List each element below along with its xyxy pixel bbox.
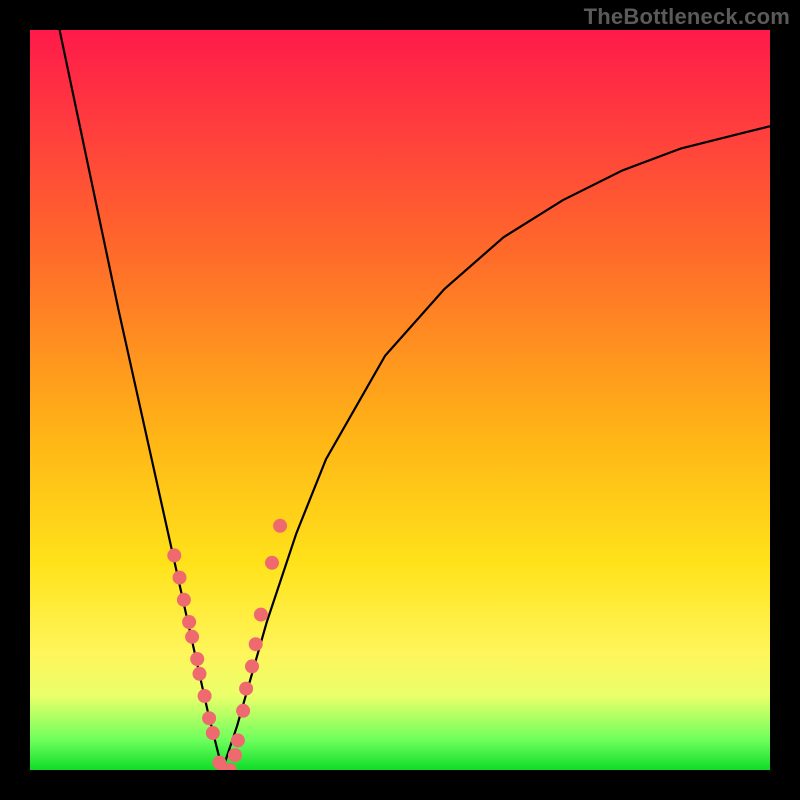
sample-dot <box>236 704 250 718</box>
sample-dot <box>239 682 253 696</box>
plot-area <box>30 30 770 770</box>
sample-dot <box>206 726 220 740</box>
sample-dot <box>254 608 268 622</box>
watermark-text: TheBottleneck.com <box>584 4 790 30</box>
sample-dot <box>173 571 187 585</box>
bottleneck-curve <box>60 30 770 770</box>
sample-dot <box>177 593 191 607</box>
sample-dots-group <box>167 519 287 770</box>
sample-dot <box>202 711 216 725</box>
chart-svg <box>30 30 770 770</box>
sample-dot <box>228 748 242 762</box>
sample-dot <box>198 689 212 703</box>
sample-dot <box>265 556 279 570</box>
sample-dot <box>190 652 204 666</box>
sample-dot <box>185 630 199 644</box>
sample-dot <box>273 519 287 533</box>
sample-dot <box>167 548 181 562</box>
sample-dot <box>193 667 207 681</box>
sample-dot <box>182 615 196 629</box>
chart-frame: TheBottleneck.com <box>0 0 800 800</box>
sample-dot <box>245 659 259 673</box>
sample-dot <box>231 733 245 747</box>
sample-dot <box>249 637 263 651</box>
